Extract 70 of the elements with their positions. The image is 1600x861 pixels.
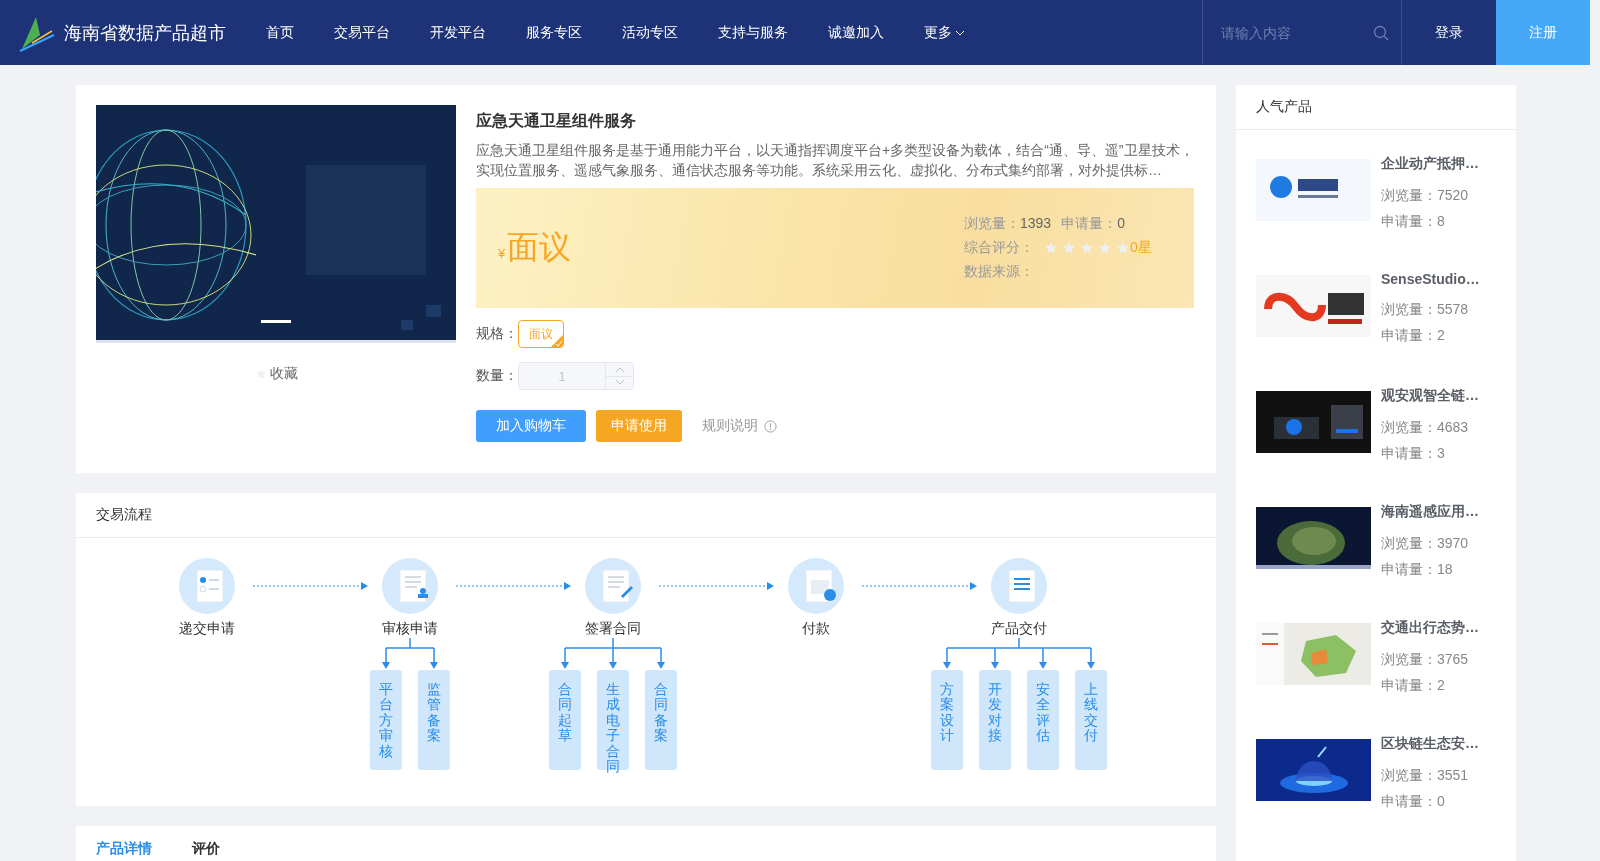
nav-link[interactable]: 开发平台 xyxy=(410,23,506,42)
search-icon[interactable] xyxy=(1373,24,1389,41)
login-button[interactable]: 登录 xyxy=(1402,0,1496,65)
substep-box: 方案设计 xyxy=(931,670,963,770)
star-icon xyxy=(1098,241,1112,255)
apply-count: 申请量：8 xyxy=(1381,213,1446,231)
product-link[interactable]: 企业动产抵押… xyxy=(1381,155,1479,173)
view-count: 浏览量：3765 xyxy=(1381,651,1470,669)
step-label: 审核申请 xyxy=(382,620,438,638)
more-menu[interactable]: 更多 xyxy=(904,23,985,42)
rating-label: 综合评分： xyxy=(964,239,1034,257)
info-icon xyxy=(764,419,777,433)
star-icon xyxy=(1116,241,1130,255)
apply-count: 申请量：18 xyxy=(1381,561,1454,579)
nav-link[interactable]: 支持与服务 xyxy=(698,23,808,42)
substep-box: 开发对接 xyxy=(979,670,1011,770)
star-icon xyxy=(1080,241,1094,255)
substep-box: 上线交付 xyxy=(1075,670,1107,770)
view-count: 浏览量：5578 xyxy=(1381,301,1470,319)
sidebar-title: 人气产品 xyxy=(1256,98,1312,116)
site-title: 海南省数据产品超市 xyxy=(64,21,226,45)
apply-count: 申请量：2 xyxy=(1381,327,1446,345)
view-count: 浏览量：3551 xyxy=(1381,767,1470,785)
price: ¥面议 xyxy=(498,228,572,267)
step-label: 付款 xyxy=(802,620,830,638)
document-icon xyxy=(788,558,844,614)
nav-link[interactable]: 首页 xyxy=(246,23,314,42)
apply-count: 申请量：0 xyxy=(1381,793,1446,811)
star-icon xyxy=(1044,241,1058,255)
document-icon xyxy=(382,558,438,614)
document-icon xyxy=(585,558,641,614)
substep-box: 安全评估 xyxy=(1027,670,1059,770)
product-description: 应急天通卫星组件服务是基于通用能力平台，以天通指挥调度平台+多类型设备为载体，结合“通、导、遥”卫星技术，实现位置服务、遥感气象服务、通信状态服务等功能。系统采用云化、虚拟化、分布式集约部署，对外提供标… xyxy=(476,141,1194,180)
nav-link[interactable]: 诚邀加入 xyxy=(808,23,904,42)
search-input[interactable]: 请输入内容 xyxy=(1219,23,1373,42)
step-label: 递交申请 xyxy=(179,620,235,638)
section-title: 交易流程 xyxy=(96,506,152,524)
apply-count: 申请量：0 xyxy=(1061,215,1125,233)
product-link[interactable]: 海南遥感应用… xyxy=(1381,503,1479,521)
view-count: 浏览量：3970 xyxy=(1381,535,1470,553)
document-icon xyxy=(179,558,235,614)
spec-label: 规格： xyxy=(476,325,518,343)
tab[interactable]: 评价 xyxy=(192,840,220,860)
substep-box: 合同备案 xyxy=(645,670,677,770)
step-label: 产品交付 xyxy=(991,620,1047,638)
nav-link[interactable]: 活动专区 xyxy=(602,23,698,42)
nav-link[interactable]: 交易平台 xyxy=(314,23,410,42)
product-link[interactable]: 交通出行态势… xyxy=(1381,619,1479,637)
product-link[interactable]: 区块链生态安… xyxy=(1381,735,1479,753)
star-icon xyxy=(1062,241,1076,255)
step-label: 签署合同 xyxy=(585,620,641,638)
view-count: 浏览量：7520 xyxy=(1381,187,1470,205)
quantity-label: 数量： xyxy=(476,367,518,385)
substep-box: 监管备案 xyxy=(418,670,450,770)
substep-box: 合同起草 xyxy=(549,670,581,770)
view-count: 浏览量：4683 xyxy=(1381,419,1470,437)
rating-text: 0星 xyxy=(1130,239,1152,257)
tab[interactable]: 产品详情 xyxy=(96,840,152,860)
product-link[interactable]: 观安观智全链… xyxy=(1381,387,1479,405)
apply-count: 申请量：3 xyxy=(1381,445,1446,463)
view-count: 浏览量：1393 xyxy=(964,215,1052,233)
product-link[interactable]: SenseStudio… xyxy=(1381,271,1480,287)
document-icon xyxy=(991,558,1047,614)
substep-box: 平台方审核 xyxy=(370,670,402,770)
data-source-label: 数据来源： xyxy=(964,263,1035,281)
nav-link[interactable]: 服务专区 xyxy=(506,23,602,42)
check-icon xyxy=(551,335,563,347)
product-title: 应急天通卫星组件服务 xyxy=(476,111,637,131)
apply-count: 申请量：2 xyxy=(1381,677,1446,695)
favorite-link[interactable]: 收藏 xyxy=(254,365,298,383)
